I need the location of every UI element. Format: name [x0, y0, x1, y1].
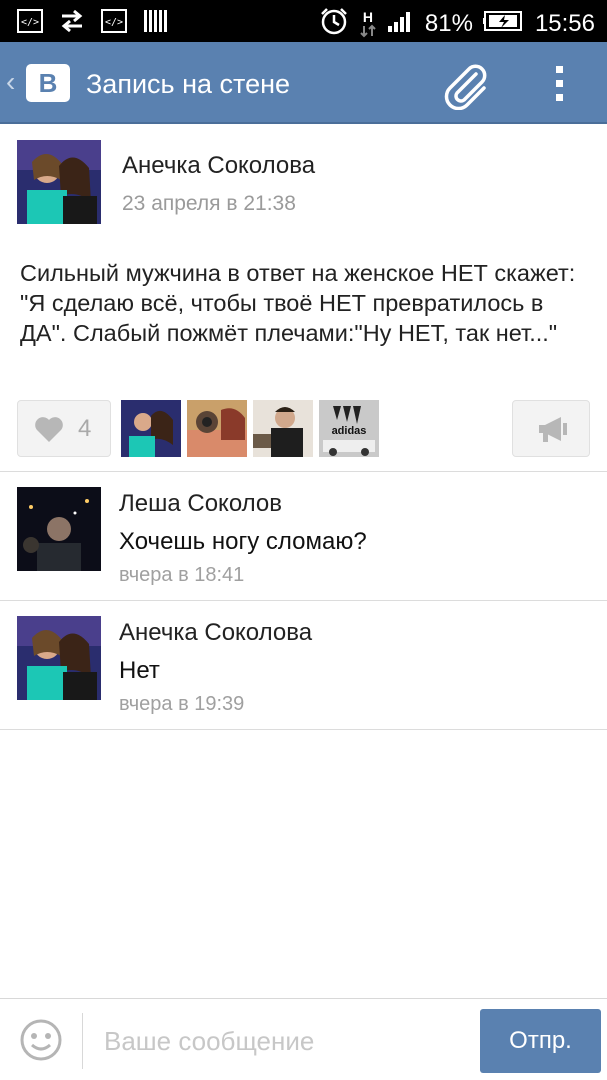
comment-text: Нет — [119, 657, 160, 684]
transfer-arrows-icon — [58, 8, 86, 34]
avatar[interactable] — [17, 616, 101, 700]
post-date: 23 апреля в 21:38 — [122, 192, 296, 215]
send-button[interactable]: Отпр. — [480, 1009, 601, 1073]
battery-percent: 81% — [424, 9, 473, 37]
comment: Анечка Соколова Нет вчера в 19:39 — [0, 601, 607, 730]
comment-date: вчера в 19:39 — [119, 693, 245, 715]
like-count: 4 — [78, 415, 92, 442]
svg-text:</>: </> — [105, 17, 123, 28]
clock: 15:56 — [534, 9, 595, 37]
liker-avatar[interactable] — [187, 400, 247, 457]
wall-post: Анечка Соколова 23 апреля в 21:38 Сильны… — [0, 124, 607, 472]
like-button[interactable]: 4 — [17, 400, 111, 457]
smiley-icon[interactable] — [20, 1019, 62, 1061]
comment-author[interactable]: Леша Соколов — [119, 490, 282, 518]
composer-divider — [82, 1013, 83, 1069]
battery-icon — [482, 9, 525, 38]
page-title: Запись на стене — [86, 69, 291, 99]
code-icon: </> — [100, 8, 128, 34]
post-author[interactable]: Анечка Соколова — [122, 152, 315, 180]
overflow-menu-icon[interactable] — [548, 64, 572, 104]
megaphone-icon — [535, 413, 569, 445]
paperclip-icon[interactable] — [440, 60, 490, 111]
svg-text:adidas: adidas — [332, 425, 367, 437]
liker-avatar[interactable] — [121, 400, 181, 457]
status-bar: </> </> H 81% 15:56 — [0, 0, 607, 42]
post-text: Сильный мужчина в ответ на женское НЕТ с… — [20, 260, 576, 346]
heart-icon — [34, 415, 64, 443]
signal-icon — [387, 8, 415, 39]
alarm-icon — [319, 6, 349, 41]
code-icon: </> — [16, 8, 44, 34]
avatar[interactable] — [17, 140, 101, 224]
network-type-icon: H — [359, 10, 377, 38]
app-header: ‹ B Запись на стене — [0, 42, 607, 124]
liker-avatar[interactable]: adidas — [319, 400, 379, 457]
comment: Леша Соколов Хочешь ногу сломаю? вчера в… — [0, 472, 607, 601]
comment-text: Хочешь ногу сломаю? — [119, 528, 367, 555]
liker-avatar[interactable] — [253, 400, 313, 457]
message-input[interactable] — [104, 1021, 464, 1061]
barcode-icon — [142, 8, 170, 34]
back-chevron-icon[interactable]: ‹ — [6, 66, 15, 98]
vk-logo-button[interactable]: B — [26, 64, 70, 102]
message-composer: Отпр. — [0, 998, 607, 1080]
avatar[interactable] — [17, 487, 101, 571]
comment-author[interactable]: Анечка Соколова — [119, 619, 312, 647]
svg-text:</>: </> — [21, 17, 39, 28]
comment-date: вчера в 18:41 — [119, 564, 245, 586]
share-button[interactable] — [512, 400, 590, 457]
